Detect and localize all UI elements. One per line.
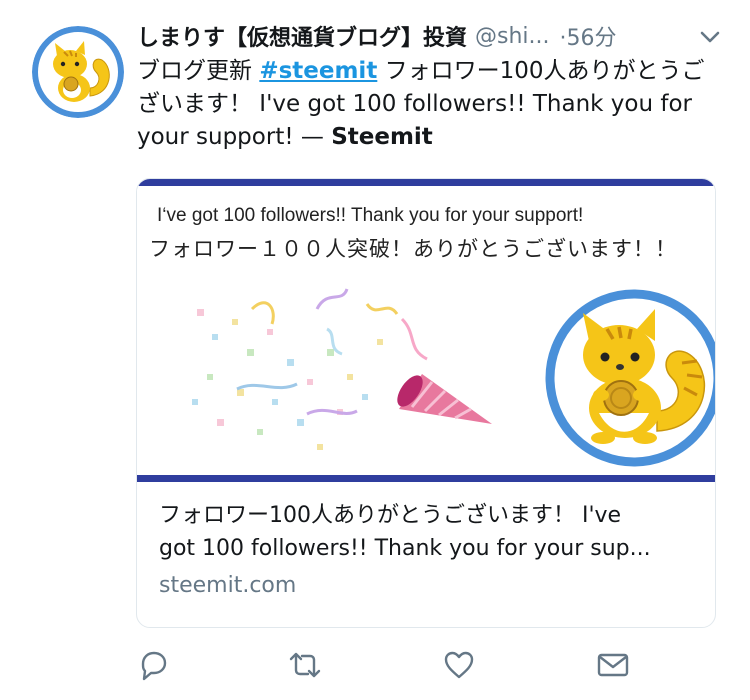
display-name[interactable]: しまりす【仮想通貨ブログ】投資 [137,20,467,52]
squirrel-mascot-avatar [32,26,124,118]
card-image-caption-en: I‘ve got 100 followers!! Thank you for y… [157,205,584,226]
tweet-actions [136,648,636,688]
heart-icon[interactable] [442,648,476,682]
banner-top-bar [137,179,715,186]
card-image: I‘ve got 100 followers!! Thank you for y… [137,179,715,485]
squirrel-mascot-image [545,289,715,467]
tweet-source: Steemit [331,124,433,150]
party-popper-icon [192,288,492,450]
envelope-icon[interactable] [596,648,630,682]
avatar[interactable] [32,26,124,118]
card-body: フォロワー100人ありがとうございます！ I've got 100 follow… [137,485,715,627]
card-image-caption-ja: フォロワー１００人突破！ありがとうございます！！ [149,237,677,261]
retweet-icon[interactable] [288,648,322,682]
tweet-timestamp[interactable]: ·56分 [560,20,617,52]
card-domain: steemit.com [159,573,297,598]
user-handle[interactable]: @shi... [475,24,550,49]
chevron-down-icon[interactable] [697,24,723,50]
link-card[interactable]: I‘ve got 100 followers!! Thank you for y… [136,178,716,628]
hashtag-link[interactable]: #steemit [259,58,377,84]
reply-icon[interactable] [136,648,170,682]
banner-bottom-bar [137,475,715,482]
tweet-header: しまりす【仮想通貨ブログ】投資 @shi... ·56分 [137,18,737,54]
card-title-line2: got 100 followers!! Thank you for your s… [159,536,651,561]
tweet-text: ブログ更新 #steemit フォロワー100人ありがとうございます！ I've… [137,55,717,154]
card-title-line1: フォロワー100人ありがとうございます！ I've [159,503,622,528]
tweet-text-prefix: ブログ更新 [137,58,260,84]
